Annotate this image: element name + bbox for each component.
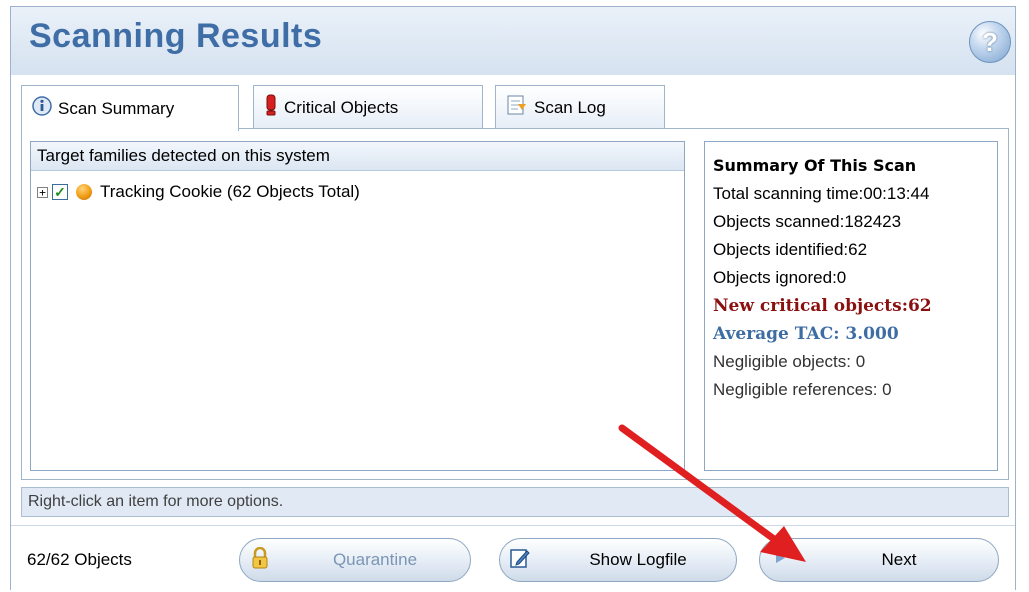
show-logfile-button[interactable]: Show Logfile [499, 538, 737, 582]
new-critical-objects: New critical objects:62 [713, 296, 932, 316]
next-label: Next [881, 550, 917, 569]
tab-bar: Scan Summary Critical Objects Scan Log [21, 85, 1011, 131]
average-tac: Average TAC: 3.000 [713, 324, 899, 344]
show-logfile-label: Show Logfile [589, 550, 687, 569]
tab-label: Critical Objects [284, 97, 399, 117]
summary-panel: Summary Of This Scan Total scanning time… [704, 141, 998, 471]
play-arrow-icon [760, 550, 800, 570]
object-count: 62/62 Objects [27, 550, 132, 569]
list-header: Target families detected on this system [31, 142, 684, 171]
list-item-label: Tracking Cookie (62 Objects Total) [100, 182, 360, 201]
expand-icon[interactable]: + [37, 186, 48, 198]
page-title: Scanning Results [29, 17, 323, 55]
negligible-objects: Negligible objects: 0 [713, 352, 866, 371]
next-button[interactable]: Next [759, 538, 999, 582]
alert-icon [264, 94, 278, 121]
summary-heading: Summary Of This Scan [713, 156, 917, 175]
item-checkbox[interactable]: ✓ [52, 184, 68, 200]
target-families-list: Target families detected on this system … [30, 141, 685, 471]
tab-critical-objects[interactable]: Critical Objects [253, 85, 483, 129]
padlock-icon [240, 546, 280, 574]
status-hint: Right-click an item for more options. [21, 487, 1009, 517]
objects-scanned: Objects scanned:182423 [713, 212, 902, 231]
logfile-icon [500, 547, 540, 574]
total-scanning-time: Total scanning time:00:13:44 [713, 184, 930, 203]
negligible-references: Negligible references: 0 [713, 380, 892, 399]
scanning-results-window: Scanning Results ? Scan Summary Critical… [10, 6, 1016, 590]
orange-ball-icon [76, 184, 92, 200]
quarantine-button[interactable]: Quarantine [239, 538, 471, 582]
tab-label: Scan Log [534, 97, 606, 117]
tab-scan-summary[interactable]: Scan Summary [21, 85, 239, 131]
log-icon [506, 94, 528, 121]
title-bar: Scanning Results ? [11, 7, 1015, 75]
bottom-bar: 62/62 Objects Quarantine Show Logfile Ne… [11, 525, 1015, 590]
quarantine-label: Quarantine [332, 550, 418, 569]
list-item[interactable]: + ✓ Tracking Cookie (62 Objects Total) [37, 180, 360, 204]
tab-label: Scan Summary [58, 98, 175, 118]
help-icon[interactable]: ? [969, 21, 1011, 63]
objects-ignored: Objects ignored:0 [713, 268, 847, 287]
scan-summary-panel: Target families detected on this system … [21, 128, 1009, 480]
objects-identified: Objects identified:62 [713, 240, 868, 259]
tab-scan-log[interactable]: Scan Log [495, 85, 665, 129]
info-icon [32, 96, 52, 121]
